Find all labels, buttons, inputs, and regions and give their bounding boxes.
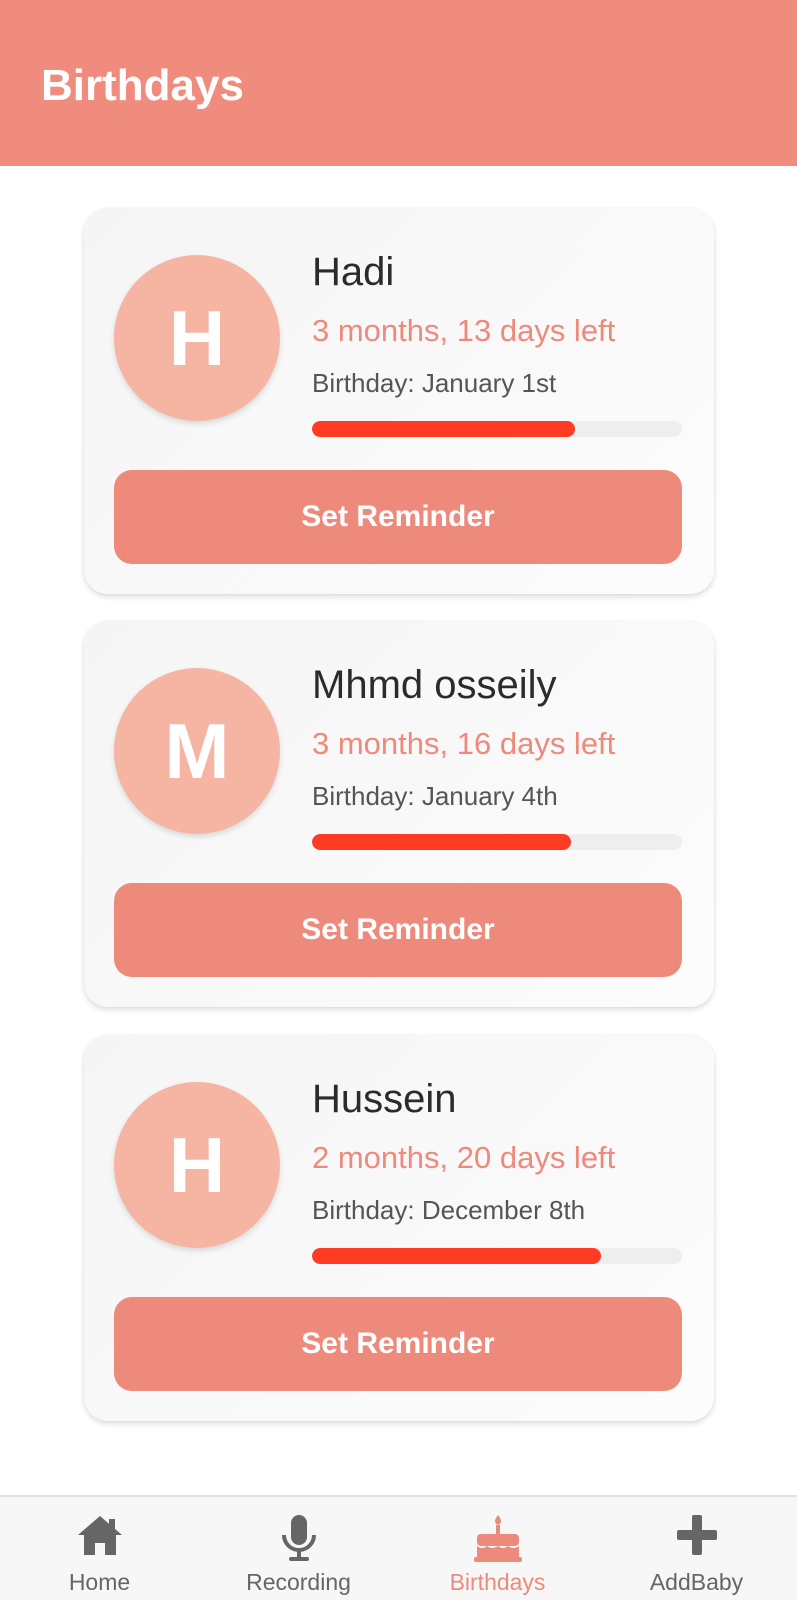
person-name: Mhmd osseily [312,663,557,707]
nav-item-recording[interactable]: Recording [199,1497,398,1600]
birthday-date: Birthday: January 4th [312,781,558,811]
progress-bar [312,834,682,850]
progress-bar-fill [312,1248,601,1264]
nav-label-birthdays: Birthdays [449,1569,546,1595]
nav-item-birthdays[interactable]: Birthdays [398,1497,597,1600]
nav-item-addbaby[interactable]: AddBaby [597,1497,796,1600]
set-reminder-button[interactable]: Set Reminder [114,470,682,564]
page-title: Birthdays [41,61,244,110]
person-name: Hadi [312,250,395,294]
birthday-date: Birthday: December 8th [312,1195,586,1225]
nav-label-recording: Recording [246,1569,351,1595]
birthday-card: H Hussein 2 months, 20 days left Birthda… [84,1035,714,1421]
nav-label-addbaby: AddBaby [649,1569,744,1595]
person-name: Hussein [312,1077,457,1121]
avatar: H [114,255,280,421]
progress-bar-fill [312,834,571,850]
progress-bar [312,421,682,437]
cake-icon [398,1513,597,1563]
microphone-icon [199,1513,398,1563]
birthday-card: M Mhmd osseily 3 months, 16 days left Bi… [84,621,714,1007]
app-header: Birthdays [0,0,797,166]
birthday-date: Birthday: January 1st [312,368,557,398]
avatar: H [114,1082,280,1248]
bottom-navigation: Home Recording Birthdays AddBaby [0,1495,797,1600]
avatar: M [114,668,280,834]
birthday-card: H Hadi 3 months, 13 days left Birthday: … [84,208,714,594]
set-reminder-button[interactable]: Set Reminder [114,883,682,977]
progress-bar-fill [312,421,575,437]
plus-icon [597,1513,796,1563]
countdown-text: 3 months, 16 days left [312,726,616,761]
countdown-text: 2 months, 20 days left [312,1140,616,1175]
nav-item-home[interactable]: Home [0,1497,199,1600]
countdown-text: 3 months, 13 days left [312,313,616,348]
set-reminder-button[interactable]: Set Reminder [114,1297,682,1391]
nav-label-home: Home [68,1569,131,1595]
progress-bar [312,1248,682,1264]
home-icon [0,1513,199,1563]
